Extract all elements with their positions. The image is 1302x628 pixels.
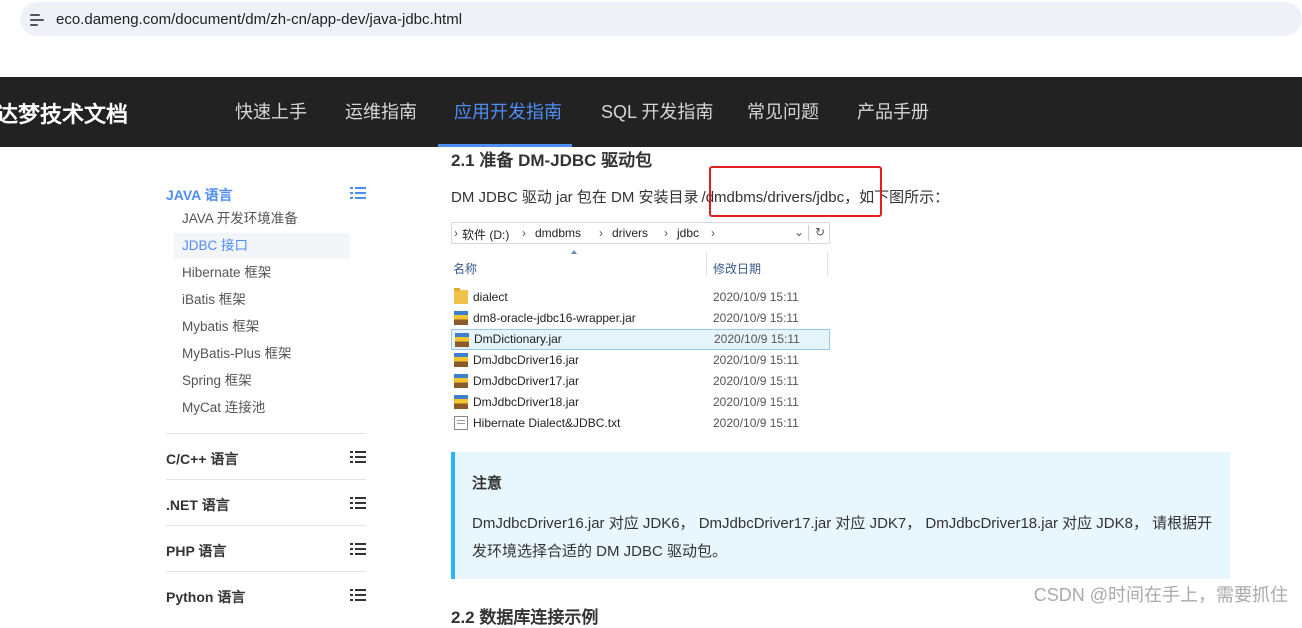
file-name: dialect (473, 290, 508, 304)
explorer-screenshot: › 软件 (D:) › dmdbms › drivers › jdbc › ⌄ … (451, 222, 830, 437)
list-toggle-icon[interactable] (350, 543, 366, 555)
nav-faq[interactable]: 常见问题 (747, 77, 819, 147)
sidebar-item-jdbc[interactable]: JDBC 接口 (174, 233, 350, 259)
sidebar-item-hibernate[interactable]: Hibernate 框架 (174, 260, 350, 286)
folder-icon (454, 288, 468, 304)
nav-sql-guide[interactable]: SQL 开发指南 (601, 77, 713, 147)
sidebar-item-mybatis-plus[interactable]: MyBatis-Plus 框架 (174, 341, 350, 367)
site-brand[interactable]: 达梦技术文档 (0, 97, 128, 129)
list-toggle-icon[interactable] (350, 187, 366, 199)
sidebar-item-ibatis[interactable]: iBatis 框架 (174, 287, 350, 313)
list-toggle-icon[interactable] (350, 451, 366, 463)
file-row: dm8-oracle-jdbc16-wrapper.jar 2020/10/9 … (451, 308, 830, 329)
sidebar-item-mybatis[interactable]: Mybatis 框架 (174, 314, 350, 340)
breadcrumb-separator-icon: › (711, 226, 715, 240)
site-settings-icon[interactable] (30, 12, 44, 26)
sort-arrow-icon (571, 250, 577, 254)
breadcrumb-separator-icon: › (599, 226, 603, 240)
nav-product-manual[interactable]: 产品手册 (857, 77, 929, 147)
file-name: DmDictionary.jar (474, 332, 562, 346)
jar-icon (454, 395, 468, 409)
column-header-name: 名称 (453, 262, 478, 276)
sidebar-section-dotnet[interactable]: .NET 语言 (166, 495, 230, 515)
file-name: DmJdbcDriver17.jar (473, 374, 580, 388)
file-row: Hibernate Dialect&JDBC.txt 2020/10/9 15:… (451, 413, 830, 434)
file-date: 2020/10/9 15:11 (714, 332, 800, 346)
jar-icon (455, 333, 469, 347)
jar-icon (454, 374, 468, 388)
watermark: CSDN @时间在手上，需要抓住 (1033, 585, 1288, 605)
breadcrumb-separator-icon: › (664, 226, 668, 240)
column-separator (706, 252, 707, 276)
list-toggle-icon[interactable] (350, 589, 366, 601)
file-date: 2020/10/9 15:11 (713, 353, 799, 367)
breadcrumb-item: dmdbms (535, 226, 582, 240)
sidebar-divider (166, 479, 366, 480)
file-name: DmJdbcDriver16.jar (473, 353, 580, 367)
file-name: DmJdbcDriver18.jar (473, 395, 580, 409)
note-callout: 注意 DmJdbcDriver16.jar 对应 JDK6， DmJdbcDri… (451, 452, 1230, 579)
file-name: dm8-oracle-jdbc16-wrapper.jar (473, 311, 636, 325)
file-date: 2020/10/9 15:11 (713, 416, 799, 430)
file-row: DmJdbcDriver17.jar 2020/10/9 15:11 (451, 371, 830, 392)
chevron-down-icon: ⌄ (794, 225, 805, 239)
file-date: 2020/10/9 15:11 (713, 311, 799, 325)
file-row: DmJdbcDriver18.jar 2020/10/9 15:11 (451, 392, 830, 413)
jar-icon (454, 353, 468, 367)
explorer-address-bar: › 软件 (D:) › dmdbms › drivers › jdbc › ⌄ … (451, 222, 830, 244)
nav-app-dev-guide[interactable]: 应用开发指南 (454, 77, 562, 147)
url-text[interactable]: eco.dameng.com/document/dm/zh-cn/app-dev… (56, 11, 462, 28)
sidebar-section-php[interactable]: PHP 语言 (166, 541, 226, 561)
sidebar-section-cpp[interactable]: C/C++ 语言 (166, 449, 238, 469)
highlight-box (709, 166, 882, 217)
column-separator (827, 252, 828, 276)
note-text: DmJdbcDriver16.jar 对应 JDK6， DmJdbcDriver… (472, 515, 1213, 560)
file-row: dialect 2020/10/9 15:11 (451, 287, 830, 308)
address-bar[interactable]: eco.dameng.com/document/dm/zh-cn/app-dev… (20, 2, 1302, 36)
nav-ops-guide[interactable]: 运维指南 (345, 77, 417, 147)
breadcrumb-item: jdbc (677, 226, 700, 240)
sidebar-item-mycat[interactable]: MyCat 连接池 (174, 395, 350, 421)
section-title: 2.1 准备 DM-JDBC 驱动包 (451, 151, 653, 170)
breadcrumb-item: drivers (612, 226, 649, 240)
text-file-icon (454, 416, 468, 430)
sidebar-section-java[interactable]: JAVA 语言 (166, 185, 233, 205)
sidebar-divider (166, 571, 366, 572)
file-date: 2020/10/9 15:11 (713, 395, 799, 409)
column-header-date: 修改日期 (713, 262, 762, 276)
nav-quick-start[interactable]: 快速上手 (235, 77, 307, 147)
sidebar-divider (166, 525, 366, 526)
note-title: 注意 (472, 475, 503, 492)
file-date: 2020/10/9 15:11 (713, 374, 799, 388)
file-name: Hibernate Dialect&JDBC.txt (473, 416, 621, 430)
sidebar-item-java-env[interactable]: JAVA 开发环境准备 (174, 206, 350, 232)
para-text-before: DM JDBC 驱动 jar 包在 DM 安装目录 (451, 189, 699, 206)
file-row-selected: DmDictionary.jar 2020/10/9 15:11 (451, 329, 830, 350)
breadcrumb-item: 软件 (D:) (462, 228, 510, 242)
list-toggle-icon[interactable] (350, 497, 366, 509)
breadcrumb-separator-icon: › (454, 226, 458, 240)
sidebar-divider (166, 433, 366, 434)
sidebar-section-python[interactable]: Python 语言 (166, 587, 245, 607)
jar-icon (454, 311, 468, 325)
next-section-title: 2.2 数据库连接示例 (451, 608, 599, 627)
file-row: DmJdbcDriver16.jar 2020/10/9 15:11 (451, 350, 830, 371)
refresh-icon: ↻ (815, 225, 826, 239)
top-navigation: 达梦技术文档 快速上手 运维指南 应用开发指南 SQL 开发指南 常见问题 产品… (0, 77, 1302, 147)
address-divider (808, 225, 809, 241)
file-date: 2020/10/9 15:11 (713, 290, 799, 304)
breadcrumb-separator-icon: › (522, 226, 526, 240)
sidebar-item-spring[interactable]: Spring 框架 (174, 368, 350, 394)
